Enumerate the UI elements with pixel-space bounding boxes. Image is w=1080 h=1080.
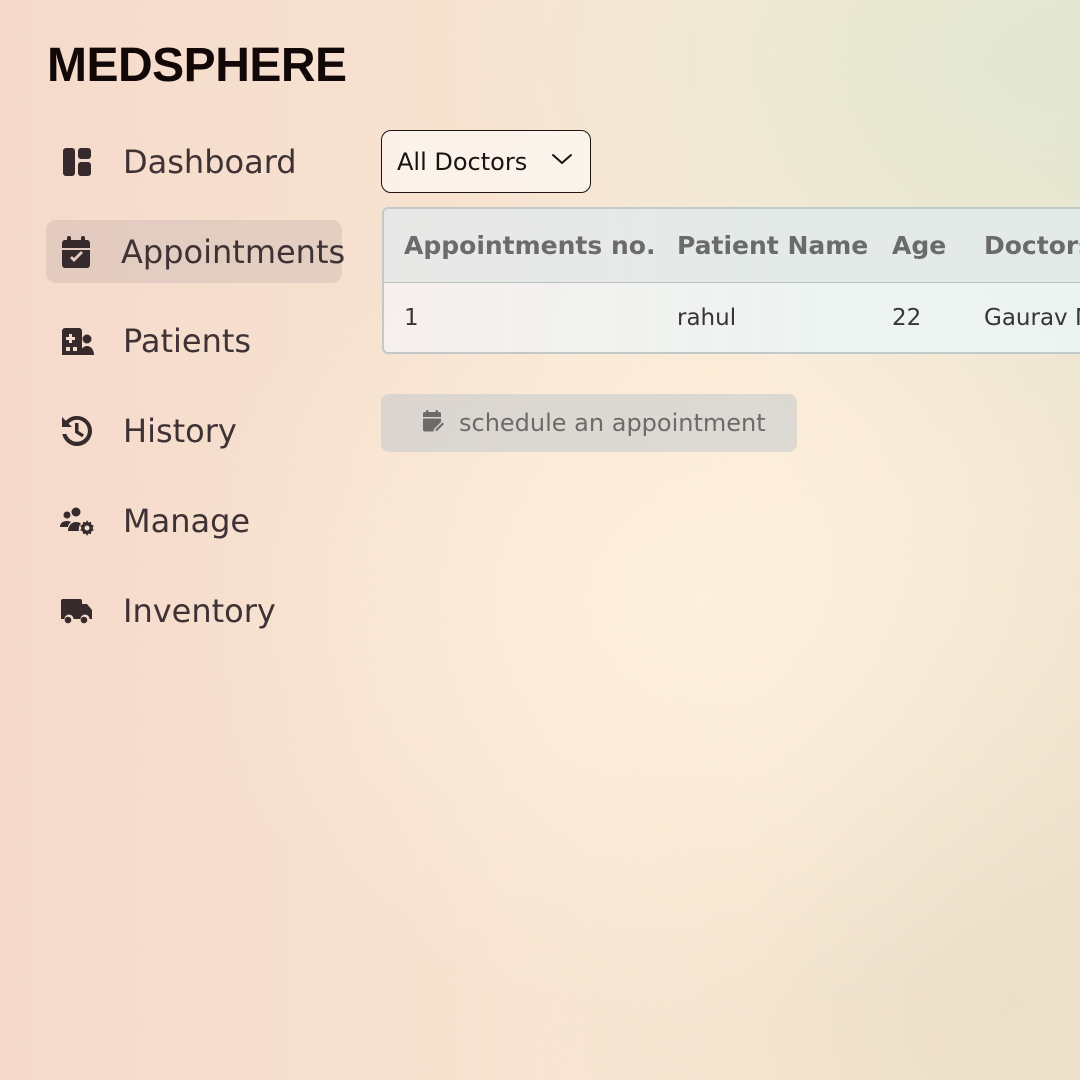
truck-icon <box>58 592 96 630</box>
table-cell: 1 <box>404 305 419 332</box>
sidebar-item-dashboard[interactable]: Dashboard <box>46 130 342 193</box>
sidebar-item-label: History <box>123 411 237 450</box>
calendar-check-icon <box>58 233 94 271</box>
sidebar-item-history[interactable]: History <box>46 399 342 462</box>
table-cell: rahul <box>677 305 737 332</box>
sidebar-item-label: Dashboard <box>123 142 297 181</box>
hospital-user-icon <box>58 322 96 360</box>
sidebar-item-inventory[interactable]: Inventory <box>46 579 342 642</box>
app-logo: MEDSPHERE <box>47 39 347 92</box>
appointments-table: Appointments no. Patient Name Age Doctor… <box>382 207 1080 354</box>
doctor-filter-value: All Doctors <box>397 147 528 176</box>
doctor-filter-select[interactable]: All Doctors <box>381 130 591 193</box>
table-cell: 22 <box>892 305 922 332</box>
column-header[interactable]: Doctors <box>984 209 1080 283</box>
table-cell: Gaurav M <box>984 305 1080 332</box>
history-icon <box>58 412 96 450</box>
chevron-down-icon <box>550 147 574 176</box>
sidebar-item-appointments[interactable]: Appointments <box>46 220 346 283</box>
column-header[interactable]: Appointments no. <box>384 209 677 283</box>
schedule-appointment-button[interactable]: schedule an appointment <box>381 394 797 452</box>
table-header-row: Appointments no. Patient Name Age Doctor… <box>384 209 1080 283</box>
sidebar-item-label: Inventory <box>123 591 276 630</box>
dashboard-icon <box>58 143 96 181</box>
users-gear-icon <box>58 502 96 540</box>
column-header[interactable]: Age <box>892 209 984 283</box>
schedule-appointment-label: schedule an appointment <box>459 409 766 437</box>
column-header[interactable]: Patient Name <box>677 209 892 283</box>
sidebar-item-patients[interactable]: Patients <box>46 309 342 372</box>
calendar-edit-icon <box>381 409 445 438</box>
sidebar-item-label: Manage <box>123 501 251 540</box>
sidebar-item-label: Appointments <box>121 232 346 271</box>
sidebar-item-label: Patients <box>123 321 252 360</box>
sidebar-item-manage[interactable]: Manage <box>46 489 342 552</box>
table-row[interactable]: 1 rahul 22 Gaurav M <box>384 282 1080 352</box>
